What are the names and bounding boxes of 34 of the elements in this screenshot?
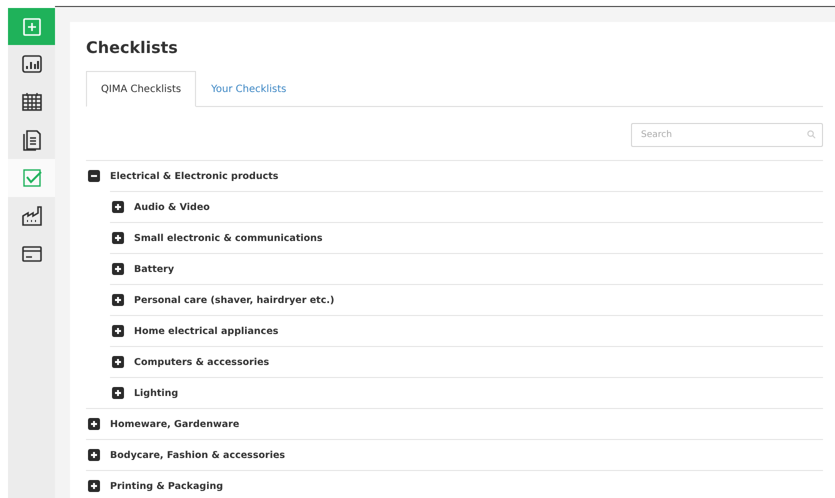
documents-icon [20,129,42,151]
expand-icon[interactable] [88,449,100,461]
page-title: Checklists [86,38,179,57]
search-icon [807,130,816,139]
category-label[interactable]: Electrical & Electronic products [110,170,278,182]
category-label[interactable]: Personal care (shaver, hairdryer etc.) [134,294,334,306]
category-label[interactable]: Audio & Video [134,202,210,212]
expand-icon[interactable] [112,294,124,306]
card-icon [20,243,42,265]
tab[interactable]: QIMA Checklists [86,71,196,107]
expand-icon[interactable] [112,263,124,275]
collapse-icon[interactable] [88,170,100,182]
category-label[interactable]: Battery [134,264,174,274]
expand-icon[interactable] [112,232,124,244]
chart-icon [20,53,42,75]
category-label[interactable]: Homeware, Gardenware [110,418,240,430]
expand-icon[interactable] [112,325,124,337]
tab[interactable]: Your Checklists [196,71,302,107]
checkbox-icon [20,167,42,189]
category-label[interactable]: Lighting [134,388,178,398]
add-icon [20,16,42,38]
category-label[interactable]: Small electronic & communications [134,232,323,244]
calendar-icon [20,91,42,113]
category-label[interactable]: Home electrical appliances [134,326,278,336]
search-field[interactable]: Search [631,123,823,147]
factory-icon [20,205,42,227]
expand-icon[interactable] [88,418,100,430]
category-label[interactable]: Computers & accessories [134,356,270,368]
expand-icon[interactable] [88,480,100,492]
category-label[interactable]: Bodycare, Fashion & accessories [110,450,286,460]
expand-icon[interactable] [112,356,124,368]
category-label[interactable]: Printing & Packaging [110,480,224,492]
expand-icon[interactable] [112,201,124,213]
expand-icon[interactable] [112,387,124,399]
